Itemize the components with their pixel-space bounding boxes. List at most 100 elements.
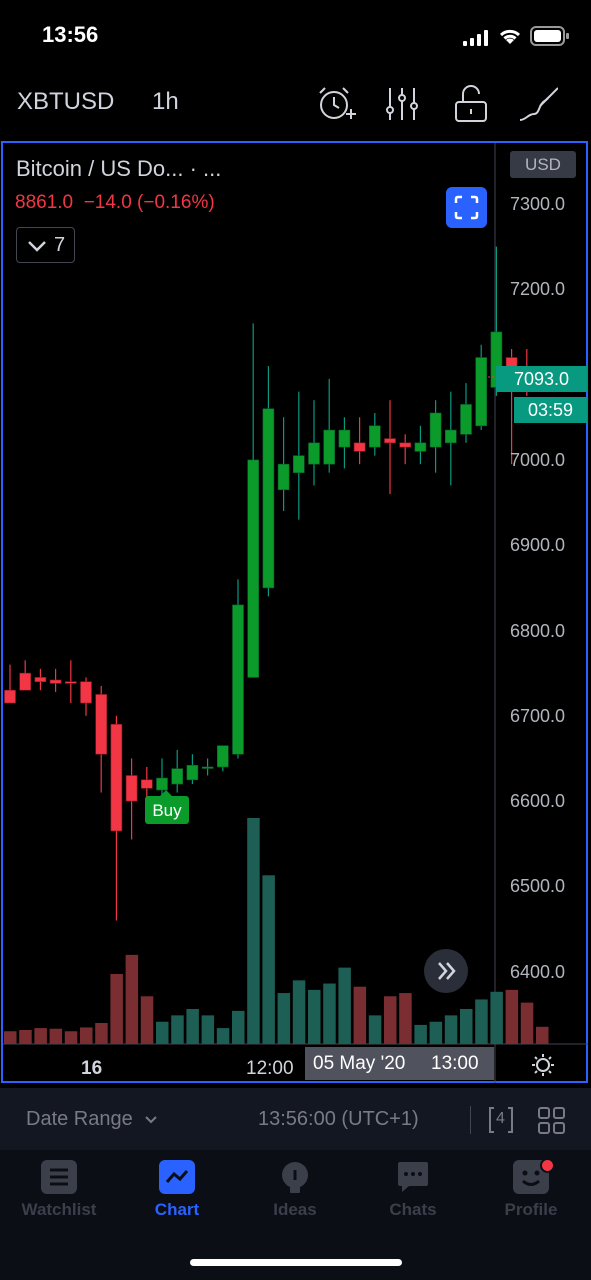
scroll-to-realtime-button[interactable]: [424, 949, 468, 993]
volume-bar: [4, 1031, 17, 1044]
tab-label: Chart: [154, 1200, 200, 1219]
notification-dot: [540, 1158, 555, 1173]
home-indicator: [190, 1259, 402, 1266]
volume-bar: [216, 1028, 230, 1044]
candle: [368, 412, 381, 456]
candle: [475, 344, 488, 431]
volume-bar: [156, 1021, 169, 1044]
tab-label: Profile: [504, 1200, 558, 1219]
candle: [186, 754, 199, 785]
candle: [414, 425, 427, 465]
tab-label: Ideas: [273, 1200, 317, 1219]
volume-bar: [414, 1024, 427, 1044]
price-tick-label: 6400.0: [510, 961, 566, 982]
volume-bar: [384, 996, 397, 1044]
chat-icon: [398, 1162, 428, 1192]
volume-bar: [201, 1015, 215, 1044]
time-label-16: 16: [81, 1058, 103, 1079]
price-tick-label: 6900.0: [510, 535, 566, 556]
volume-bar: [125, 954, 139, 1044]
volume-bar: [338, 967, 351, 1044]
volume-bar: [186, 1008, 199, 1044]
tab-chats[interactable]: Chats: [354, 1158, 472, 1228]
fullscreen-button[interactable]: [446, 187, 487, 228]
volume-bar: [49, 1028, 63, 1044]
volume-bar: [171, 1015, 184, 1044]
volume-bar: [368, 1015, 382, 1044]
volume-bar: [140, 996, 154, 1044]
indicators-toggle-button[interactable]: 7: [16, 227, 75, 263]
volume-bar: [429, 1021, 443, 1044]
volume-bar: [80, 1027, 93, 1044]
volume-bar: [110, 973, 123, 1044]
candle: [353, 417, 366, 465]
divider: [470, 1106, 471, 1134]
lightbulb-icon: [282, 1162, 308, 1193]
chart-icon: [159, 1160, 195, 1194]
candle: [444, 391, 457, 486]
candle: [95, 685, 107, 793]
volume-bar: [460, 1008, 473, 1044]
candle: [80, 677, 92, 716]
chevron-down-icon: [145, 1116, 158, 1124]
volume-bar: [262, 875, 275, 1044]
tab-label: Chats: [389, 1200, 437, 1219]
volume-bar: [490, 991, 503, 1044]
date-range-label: Date Range: [26, 1108, 133, 1130]
crosshair-date: 05 May '20: [313, 1053, 406, 1074]
tab-label: Watchlist: [21, 1200, 97, 1219]
legend-title[interactable]: Bitcoin / US Do... · ...: [16, 156, 221, 182]
buy-signal-label: Buy: [145, 790, 189, 824]
volume-bar: [95, 1022, 108, 1044]
candle: [232, 579, 244, 759]
candle: [65, 660, 77, 704]
volume-bar: [64, 1031, 78, 1044]
volume-bar: [292, 980, 306, 1044]
price-tick-label: 6700.0: [510, 705, 566, 726]
price-tick-label: 7300.0: [510, 194, 566, 214]
candle: [262, 366, 275, 597]
candle: [247, 323, 259, 678]
candle: [384, 400, 396, 495]
candle: [429, 400, 442, 473]
legend-price: 8861.0 −14.0 (−0.16%): [15, 192, 215, 214]
candle: [399, 434, 412, 465]
time-label-1200: 12:00: [246, 1058, 294, 1079]
candle: [308, 400, 320, 486]
list-icon: [41, 1160, 77, 1194]
layout-count-button[interactable]: 4: [488, 1106, 514, 1134]
double-chevron-right-icon: [438, 962, 456, 980]
volume-bar: [323, 983, 336, 1044]
candle: [4, 664, 16, 704]
candle: [217, 745, 229, 772]
price-tick-label: 7200.0: [510, 279, 566, 300]
tab-ideas[interactable]: Ideas: [236, 1158, 354, 1228]
fullscreen-icon: [454, 195, 479, 220]
last-price-tag: 7093.0: [496, 366, 587, 392]
tab-watchlist[interactable]: Watchlist: [0, 1158, 118, 1228]
date-range-button[interactable]: Date Range: [26, 1108, 158, 1131]
volume-bar: [247, 818, 260, 1044]
layout-count: 4: [496, 1110, 505, 1127]
volume-bar: [34, 1028, 47, 1044]
volume-series: [4, 818, 549, 1044]
candle: [338, 417, 351, 469]
exchange-clock[interactable]: 13:56:00 (UTC+1): [258, 1108, 419, 1131]
candle: [277, 417, 290, 512]
candle-series: [4, 246, 548, 921]
multi-layout-icon[interactable]: [538, 1107, 565, 1134]
bar-countdown: 03:59: [514, 397, 587, 423]
legend-change: −14.0 (−0.16%): [83, 192, 215, 213]
tab-chart[interactable]: Chart: [118, 1158, 236, 1228]
volume-bar: [277, 993, 291, 1044]
candle: [49, 668, 62, 692]
buy-signal-text: Buy: [152, 801, 182, 820]
candle: [292, 391, 305, 520]
settings-icon[interactable]: [531, 1053, 555, 1077]
volume-bar: [520, 1002, 534, 1044]
currency-badge[interactable]: USD: [510, 151, 576, 178]
candle: [460, 383, 472, 443]
volume-bar: [444, 1015, 458, 1044]
tab-profile[interactable]: Profile: [472, 1158, 590, 1228]
volume-bar: [353, 986, 367, 1044]
